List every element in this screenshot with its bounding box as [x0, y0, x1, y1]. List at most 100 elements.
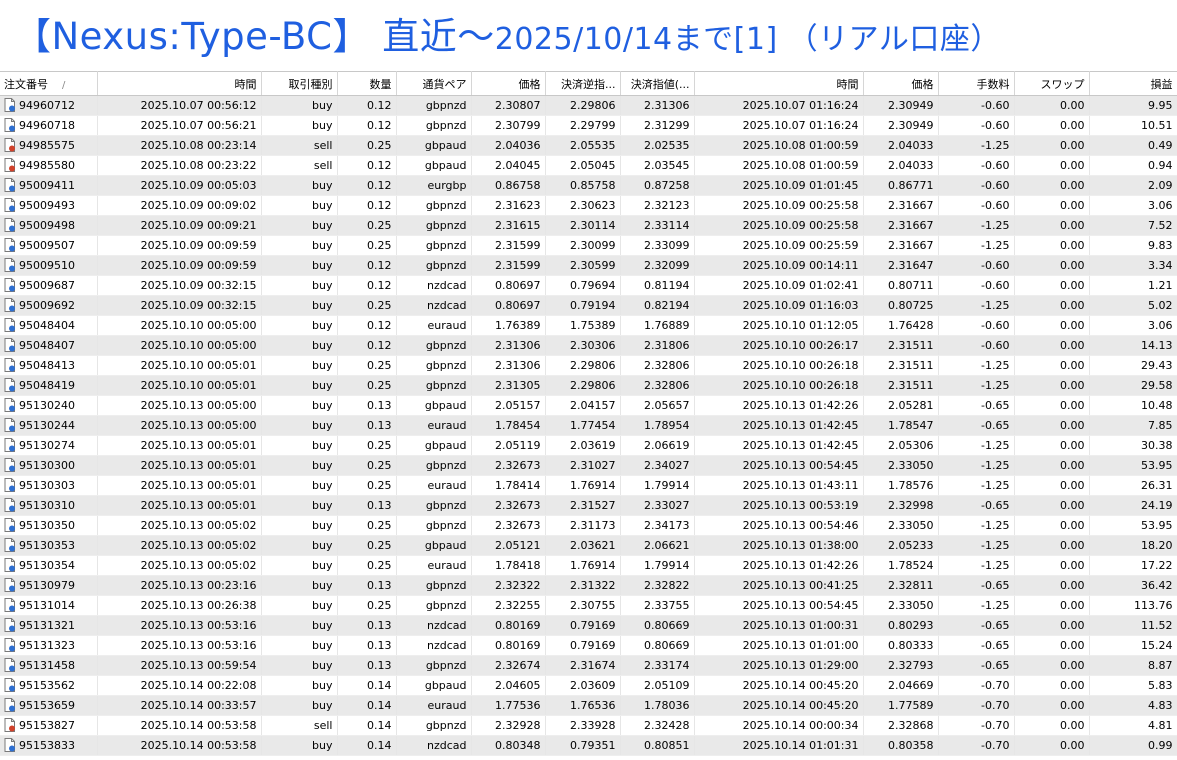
table-row[interactable]: 95130310 2025.10.13 00:05:01 buy 0.13 gbpnzd…: [0, 495, 1177, 516]
table-row[interactable]: 95153659 2025.10.14 00:33:57 buy 0.14 euraud…: [0, 695, 1177, 716]
cell-order-id: 95048404: [0, 315, 98, 336]
table-row[interactable]: 94960712 2025.10.07 00:56:12 buy 0.12 gbpnzd…: [0, 95, 1177, 116]
table-row[interactable]: 94985580 2025.10.08 00:23:22 sell 0.12 gbpau…: [0, 155, 1177, 176]
column-header-volume[interactable]: 数量: [337, 71, 397, 96]
table-row[interactable]: 95153562 2025.10.14 00:22:08 buy 0.14 gbpaud…: [0, 675, 1177, 696]
cell-commission: -1.25: [938, 135, 1015, 156]
cell-symbol: nzdcad: [396, 615, 472, 636]
cell-close-time: 2025.10.14 00:45:20: [694, 675, 864, 696]
column-header-close-price[interactable]: 価格: [863, 71, 939, 96]
cell-symbol: gbpaud: [396, 395, 472, 416]
cell-commission: -1.25: [938, 235, 1015, 256]
table-row[interactable]: 95130979 2025.10.13 00:23:16 buy 0.13 gbpnzd…: [0, 575, 1177, 596]
table-row[interactable]: 95009507 2025.10.09 00:09:59 buy 0.25 gbpnzd…: [0, 235, 1177, 256]
table-row[interactable]: 95009498 2025.10.09 00:09:21 buy 0.25 gbpnzd…: [0, 215, 1177, 236]
table-row[interactable]: 95131458 2025.10.13 00:59:54 buy 0.13 gbpnzd…: [0, 655, 1177, 676]
cell-commission: -0.60: [938, 315, 1015, 336]
cell-close-time: 2025.10.13 01:42:26: [694, 395, 864, 416]
cell-profit: 8.87: [1089, 655, 1177, 676]
cell-take-profit: 2.33174: [620, 655, 695, 676]
table-row[interactable]: 95009411 2025.10.09 00:05:03 buy 0.12 eurgbp…: [0, 175, 1177, 196]
cell-commission: -1.25: [938, 355, 1015, 376]
cell-open-price: 0.80697: [471, 275, 546, 296]
cell-profit: 30.38: [1089, 435, 1177, 456]
cell-close-price: 2.31511: [863, 355, 939, 376]
table-row[interactable]: 95130240 2025.10.13 00:05:00 buy 0.13 gbpaud…: [0, 395, 1177, 416]
buy-order-icon: [4, 498, 16, 512]
cell-take-profit: 2.31299: [620, 115, 695, 136]
cell-volume: 0.14: [337, 715, 397, 736]
buy-order-icon: [4, 398, 16, 412]
cell-volume: 0.25: [337, 135, 397, 156]
cell-open-price: 2.04045: [471, 155, 546, 176]
cell-open-time: 2025.10.07 00:56:21: [97, 115, 262, 136]
table-row[interactable]: 95048419 2025.10.10 00:05:01 buy 0.25 gbpnzd…: [0, 375, 1177, 396]
cell-close-price: 2.32998: [863, 495, 939, 516]
column-header-open-price[interactable]: 価格: [471, 71, 546, 96]
buy-order-icon: [4, 318, 16, 332]
table-row[interactable]: 95130354 2025.10.13 00:05:02 buy 0.25 euraud…: [0, 555, 1177, 576]
cell-swap: 0.00: [1014, 395, 1090, 416]
table-row[interactable]: 95130303 2025.10.13 00:05:01 buy 0.25 euraud…: [0, 475, 1177, 496]
column-header-profit[interactable]: 損益: [1089, 71, 1177, 96]
cell-close-price: 2.31511: [863, 335, 939, 356]
table-row[interactable]: 95009692 2025.10.09 00:32:15 buy 0.25 nzdcad…: [0, 295, 1177, 316]
table-row[interactable]: 95153827 2025.10.14 00:53:58 sell 0.14 gbpnz…: [0, 715, 1177, 736]
cell-symbol: gbpnzd: [396, 335, 472, 356]
table-row[interactable]: 94985575 2025.10.08 00:23:14 sell 0.25 gbpau…: [0, 135, 1177, 156]
cell-stop-loss: 1.75389: [545, 315, 621, 336]
cell-volume: 0.12: [337, 155, 397, 176]
cell-close-price: 2.33050: [863, 595, 939, 616]
table-row[interactable]: 95131323 2025.10.13 00:53:16 buy 0.13 nzdcad…: [0, 635, 1177, 656]
table-row[interactable]: 95130350 2025.10.13 00:05:02 buy 0.25 gbpnzd…: [0, 515, 1177, 536]
cell-type: buy: [261, 475, 338, 496]
cell-volume: 0.13: [337, 575, 397, 596]
table-row[interactable]: 95048413 2025.10.10 00:05:01 buy 0.25 gbpnzd…: [0, 355, 1177, 376]
cell-take-profit: 0.80669: [620, 635, 695, 656]
cell-take-profit: 2.05657: [620, 395, 695, 416]
column-header-take-profit[interactable]: 決済指値(...: [620, 71, 695, 96]
table-row[interactable]: 95048407 2025.10.10 00:05:00 buy 0.12 gbpnzd…: [0, 335, 1177, 356]
cell-order-id: 95130354: [0, 555, 98, 576]
cell-order-id: 95048419: [0, 375, 98, 396]
column-header-close-time[interactable]: 時間: [694, 71, 864, 96]
column-header-open-time[interactable]: 時間: [97, 71, 262, 96]
table-row[interactable]: 95009493 2025.10.09 00:09:02 buy 0.12 gbpnzd…: [0, 195, 1177, 216]
table-row[interactable]: 95130274 2025.10.13 00:05:01 buy 0.25 gbpaud…: [0, 435, 1177, 456]
cell-open-time: 2025.10.13 00:23:16: [97, 575, 262, 596]
buy-order-icon: [4, 178, 16, 192]
cell-volume: 0.13: [337, 415, 397, 436]
table-row[interactable]: 95131321 2025.10.13 00:53:16 buy 0.13 nzdcad…: [0, 615, 1177, 636]
table-row[interactable]: 95130244 2025.10.13 00:05:00 buy 0.13 euraud…: [0, 415, 1177, 436]
cell-close-price: 1.78576: [863, 475, 939, 496]
cell-order-id: 94985575: [0, 135, 98, 156]
table-row[interactable]: 95009687 2025.10.09 00:32:15 buy 0.12 nzdcad…: [0, 275, 1177, 296]
cell-order-id: 95009507: [0, 235, 98, 256]
table-row[interactable]: 95131014 2025.10.13 00:26:38 buy 0.25 gbpnzd…: [0, 595, 1177, 616]
cell-volume: 0.12: [337, 115, 397, 136]
column-header-type[interactable]: 取引種別: [261, 71, 338, 96]
table-row[interactable]: 95153833 2025.10.14 00:53:58 buy 0.14 nzdcad…: [0, 735, 1177, 756]
cell-volume: 0.25: [337, 295, 397, 316]
column-header-swap[interactable]: スワップ: [1014, 71, 1090, 96]
table-row[interactable]: 95130300 2025.10.13 00:05:01 buy 0.25 gbpnzd…: [0, 455, 1177, 476]
table-row[interactable]: 95130353 2025.10.13 00:05:02 buy 0.25 gbpaud…: [0, 535, 1177, 556]
title-suffix: まで[1] （リアル口座）: [672, 22, 1001, 57]
order-id-text: 95130310: [19, 499, 75, 512]
cell-type: buy: [261, 95, 338, 116]
sell-order-icon: [4, 138, 16, 152]
cell-close-price: 0.80333: [863, 635, 939, 656]
cell-take-profit: 0.80669: [620, 615, 695, 636]
column-header-symbol[interactable]: 通貨ペア: [396, 71, 472, 96]
sort-indicator: /: [62, 79, 66, 91]
table-row[interactable]: 94960718 2025.10.07 00:56:21 buy 0.12 gbpnzd…: [0, 115, 1177, 136]
cell-close-time: 2025.10.13 01:42:26: [694, 555, 864, 576]
table-row[interactable]: 95009510 2025.10.09 00:09:59 buy 0.12 gbpnzd…: [0, 255, 1177, 276]
cell-commission: -0.65: [938, 635, 1015, 656]
cell-volume: 0.12: [337, 255, 397, 276]
table-row[interactable]: 95048404 2025.10.10 00:05:00 buy 0.12 euraud…: [0, 315, 1177, 336]
column-header-commission[interactable]: 手数料: [938, 71, 1015, 96]
cell-open-time: 2025.10.14 00:22:08: [97, 675, 262, 696]
column-header-order-id[interactable]: 注文番号 /: [0, 71, 98, 96]
column-header-stop-loss[interactable]: 決済逆指...: [545, 71, 621, 96]
